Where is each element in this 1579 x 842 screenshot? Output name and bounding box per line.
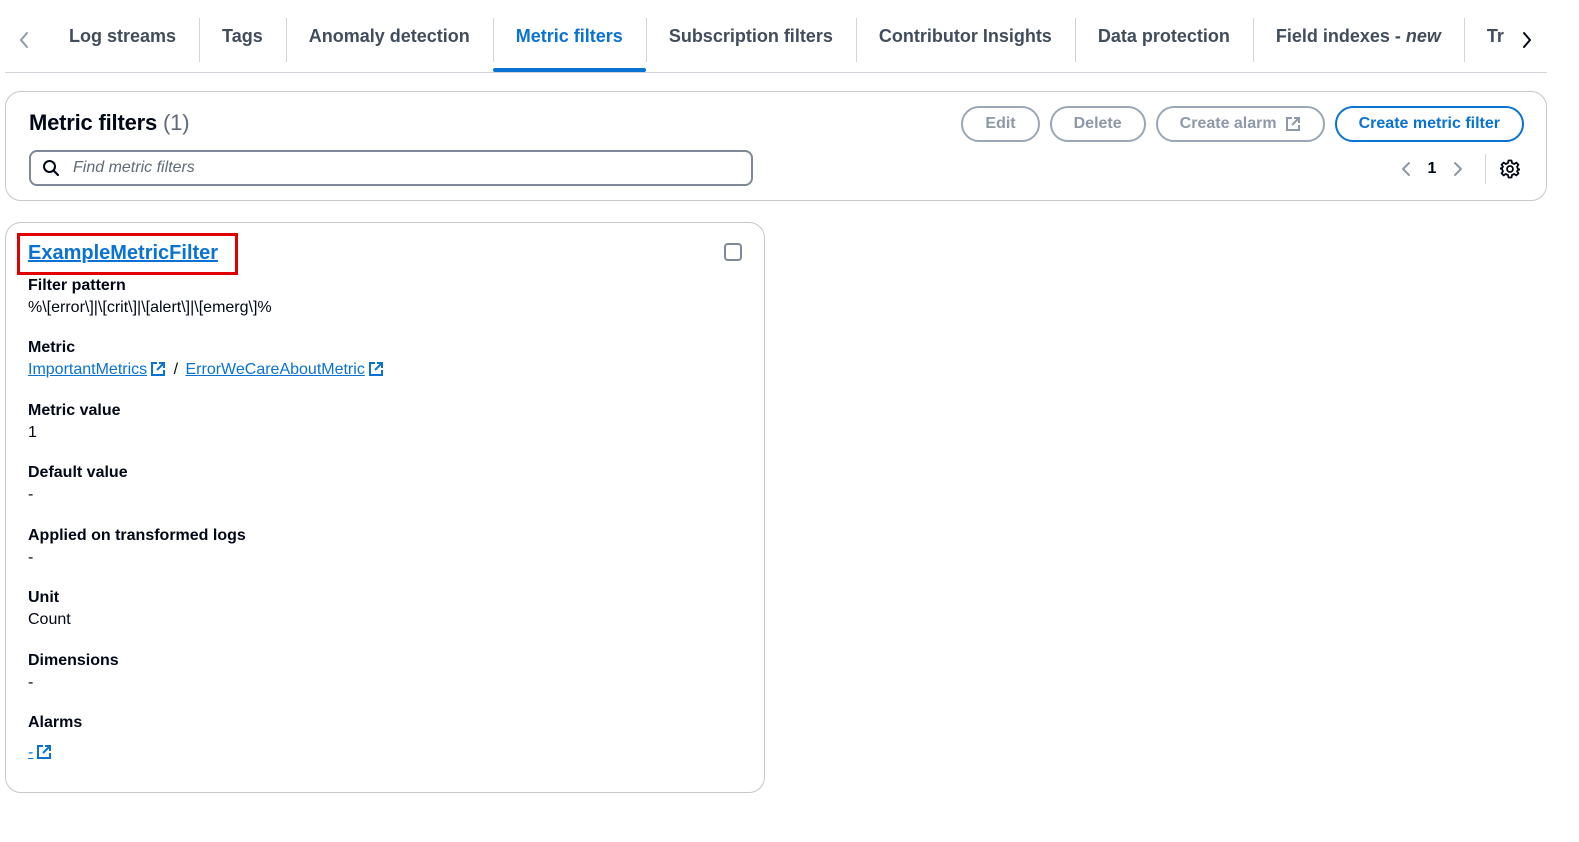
default-value-value: - [28, 486, 34, 503]
tab-scroll-left-button[interactable] [10, 26, 38, 54]
header-actions: Edit Delete Create alarm Create metric f… [961, 106, 1524, 142]
edit-label: Edit [985, 115, 1016, 132]
tab-contributor-insights[interactable]: Contributor Insights [855, 0, 1075, 72]
tab-scroll-right-button[interactable] [1513, 26, 1541, 54]
preferences-button[interactable] [1496, 159, 1524, 179]
metric-value-value: 1 [28, 424, 37, 441]
delete-button[interactable]: Delete [1049, 106, 1146, 142]
filter-pattern-label: Filter pattern [28, 277, 126, 294]
tab-subscription-filters[interactable]: Subscription filters [645, 0, 856, 72]
external-link-icon [1285, 117, 1300, 131]
metric-label: Metric [28, 339, 76, 356]
metric-filter-card: ExampleMetricFilter Filter pattern %\[er… [5, 222, 765, 793]
tab-field-indexes[interactable]: Field indexes - new [1252, 0, 1464, 72]
tab-label: Metric filters [515, 25, 623, 46]
filter-count: (1) [163, 110, 190, 135]
tab-label-separator: - [1389, 25, 1406, 46]
filter-pattern-field: Filter pattern %\[error\]|\[crit\]|\[ale… [28, 276, 272, 318]
title-text: Metric filters [29, 110, 158, 135]
create-metric-filter-button[interactable]: Create metric filter [1334, 106, 1524, 142]
select-checkbox[interactable] [724, 243, 742, 261]
tab-tags[interactable]: Tags [199, 0, 286, 72]
chevron-right-icon [1454, 162, 1462, 176]
delete-label: Delete [1073, 115, 1122, 132]
applied-on-transformed-logs-label: Applied on transformed logs [28, 527, 246, 544]
search-input[interactable] [71, 158, 735, 178]
metric-namespace-text: ImportantMetrics [28, 361, 148, 378]
applied-on-transformed-logs-value: - [28, 549, 34, 566]
metric-value-links: ImportantMetrics / ErrorWeCareAboutMetri… [28, 360, 384, 380]
dimensions-field: Dimensions - [28, 651, 119, 693]
tab-label: Field indexes [1275, 25, 1390, 46]
tab-label: Contributor Insights [878, 25, 1052, 46]
create-alarm-label: Create alarm [1179, 115, 1277, 132]
unit-label: Unit [28, 589, 60, 606]
external-link-icon [37, 745, 52, 759]
page-title: Metric filters (1) [29, 110, 190, 136]
tab-list: Log streams Tags Anomaly detection Metri… [46, 0, 1504, 72]
edit-button[interactable]: Edit [961, 106, 1040, 142]
current-page-number[interactable]: 1 [1421, 160, 1443, 178]
filter-pattern-value: %\[error\]|\[crit\]|\[alert\]|\[emerg\]% [28, 299, 272, 316]
unit-value: Count [28, 611, 71, 628]
dimensions-label: Dimensions [28, 652, 119, 669]
metric-field: Metric ImportantMetrics / ErrorWeCareAbo… [28, 338, 384, 380]
tab-label: Data protection [1097, 25, 1230, 46]
gear-icon [1500, 159, 1520, 179]
tab-label: Transformer [1486, 25, 1504, 46]
metric-value-field: Metric value 1 [28, 401, 120, 443]
chevron-left-icon [1402, 162, 1410, 176]
metric-filter-name-link[interactable]: ExampleMetricFilter [28, 242, 218, 265]
new-badge: new [1405, 25, 1441, 46]
dimensions-value: - [28, 674, 34, 691]
alarms-link-text: - [28, 744, 34, 761]
tab-label: Tags [222, 25, 263, 46]
tab-data-protection[interactable]: Data protection [1074, 0, 1253, 72]
tab-label: Anomaly detection [308, 25, 470, 46]
alarms-value: - [28, 743, 82, 763]
tab-bar: Log streams Tags Anomaly detection Metri… [5, 0, 1547, 73]
pagination-divider [1485, 154, 1486, 184]
default-value-label: Default value [28, 464, 128, 481]
metric-name-link[interactable]: ErrorWeCareAboutMetric [186, 361, 384, 378]
tab-label: Subscription filters [668, 25, 833, 46]
alarms-field: Alarms - [28, 713, 82, 763]
create-alarm-button[interactable]: Create alarm [1155, 106, 1325, 142]
alarms-label: Alarms [28, 714, 83, 731]
pagination: 1 [1391, 154, 1524, 184]
previous-page-button[interactable] [1391, 161, 1421, 177]
create-metric-filter-label: Create metric filter [1358, 115, 1500, 132]
tab-anomaly-detection[interactable]: Anomaly detection [285, 0, 493, 72]
tab-metric-filters[interactable]: Metric filters [492, 0, 646, 72]
search-icon [31, 159, 71, 177]
next-page-button[interactable] [1443, 161, 1473, 177]
unit-field: Unit Count [28, 588, 71, 630]
tab-log-streams[interactable]: Log streams [46, 0, 199, 72]
chevron-right-icon [1523, 32, 1531, 48]
applied-on-transformed-logs-field: Applied on transformed logs - [28, 526, 246, 568]
metric-value-label: Metric value [28, 402, 121, 419]
chevron-left-icon [20, 32, 28, 48]
metric-filters-header: Metric filters (1) Edit Delete Create ala… [5, 91, 1547, 201]
tab-transformer[interactable]: Transformer [1463, 0, 1504, 72]
metric-name-text: ErrorWeCareAboutMetric [185, 361, 365, 378]
metric-namespace-link[interactable]: ImportantMetrics [28, 361, 166, 378]
search-field [29, 150, 753, 186]
external-link-icon [368, 362, 383, 376]
metric-separator: / [173, 361, 179, 378]
external-link-icon [151, 362, 166, 376]
alarms-link[interactable]: - [28, 744, 52, 761]
default-value-field: Default value - [28, 463, 128, 505]
tab-label: Log streams [69, 25, 177, 46]
